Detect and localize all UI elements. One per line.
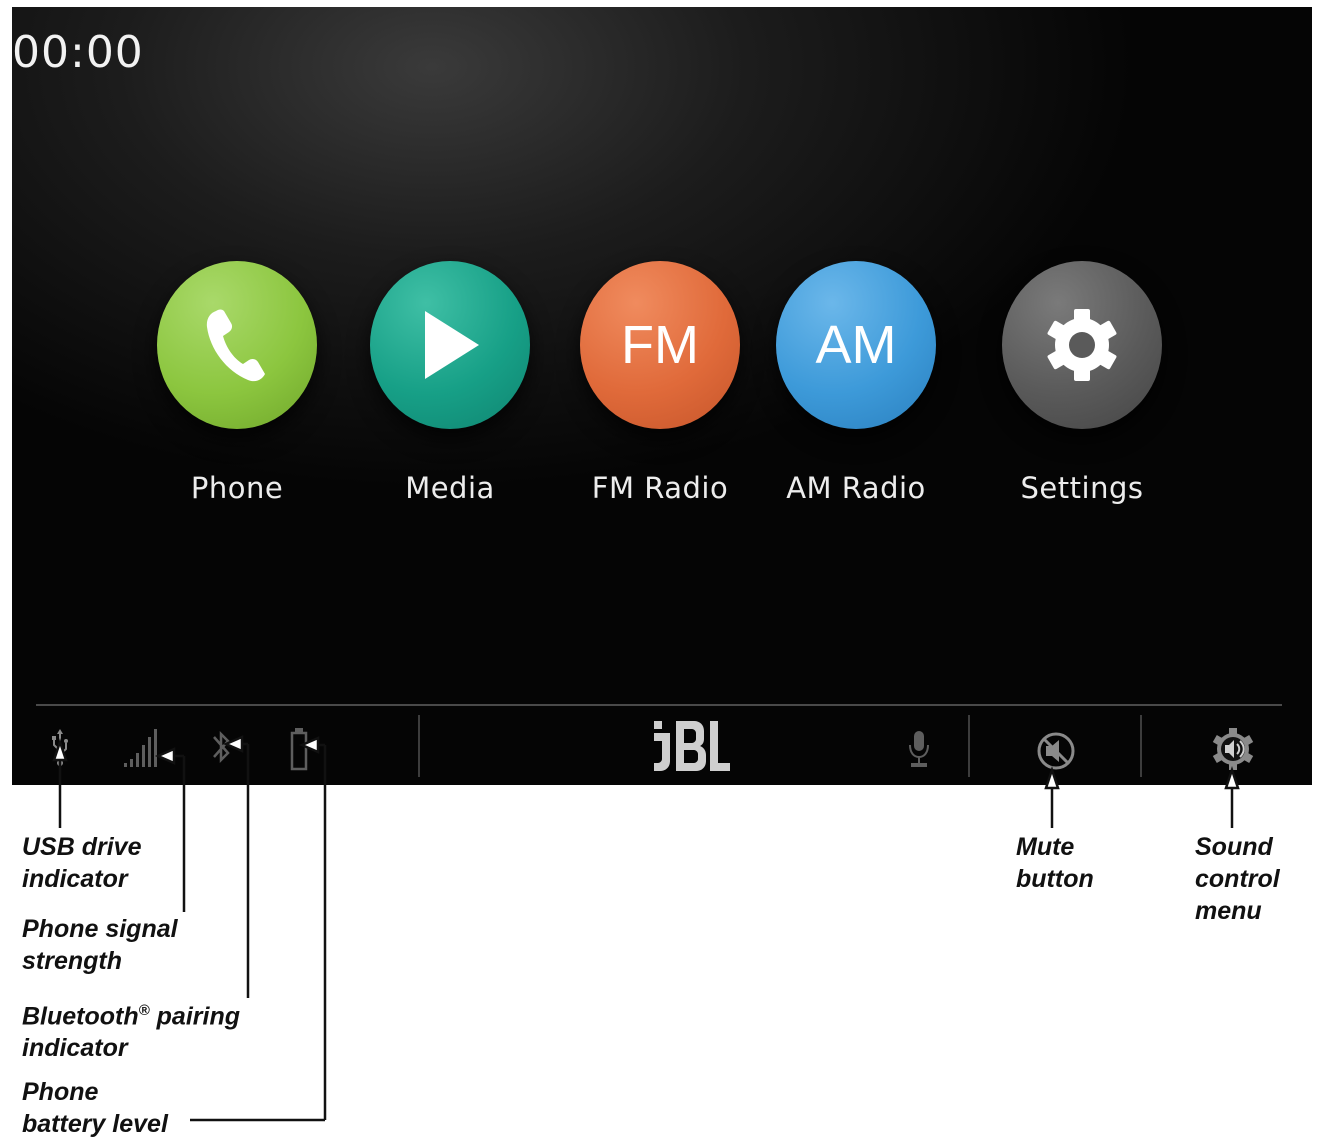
callout-signal-line1: Phone signal [22,915,178,943]
callout-bluetooth-line1: Bluetooth® pairing [22,995,240,1032]
callout-sound-line2: control [1195,865,1280,893]
callout-lines [52,735,1240,1122]
callout-battery-line2: battery level [22,1110,168,1138]
callout-battery-line1: Phone [22,1078,99,1106]
callout-bluetooth-word: Bluetooth [22,1002,139,1031]
callout-signal: Phone signal strength [22,913,178,977]
callout-bluetooth: Bluetooth® pairing indicator [22,995,240,1064]
callout-sound-line3: menu [1195,897,1262,925]
callout-mute-line1: Mute [1016,833,1075,861]
callout-sound: Sound control menu [1195,831,1280,927]
callout-sound-line1: Sound [1195,833,1273,861]
callout-mute-line2: button [1016,865,1094,893]
callout-bluetooth-word2: pairing [156,1002,240,1031]
callout-usb-line1: USB drive [22,833,142,861]
callout-mute: Mute button [1016,831,1094,895]
callout-signal-line2: strength [22,947,122,975]
callout-usb: USB drive indicator [22,831,141,895]
callout-battery: Phone battery level [22,1076,168,1140]
callout-bluetooth-line2: indicator [22,1034,128,1063]
callout-usb-line2: indicator [22,865,128,893]
registered-mark: ® [138,1002,150,1019]
